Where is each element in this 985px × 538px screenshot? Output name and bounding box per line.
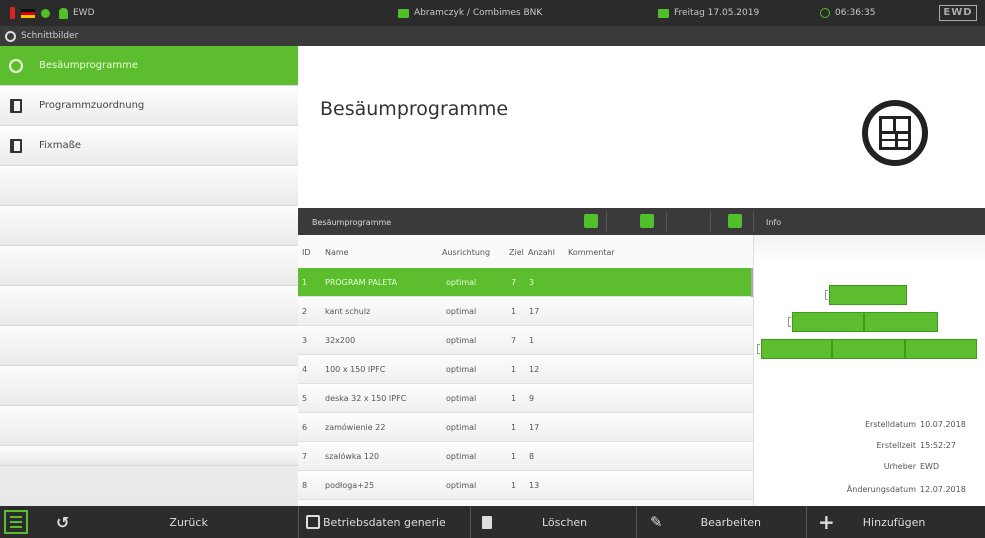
ewd-logo: EWD xyxy=(939,5,977,21)
import-icon[interactable] xyxy=(584,214,598,228)
betriebsdaten-label: Betriebsdaten generie xyxy=(323,515,446,529)
page-title: Besäumprogramme xyxy=(320,98,509,120)
cutting-pattern-icon xyxy=(862,100,928,166)
user-icon xyxy=(59,7,68,19)
date-indicator: Freitag 17.05.2019 xyxy=(658,0,759,26)
book-icon xyxy=(8,138,24,154)
programs-table: ID Name Ausrichtung Ziel Anzahl Kommenta… xyxy=(298,235,753,506)
sidebar-empty-slot xyxy=(0,446,298,466)
saw-blade-icon xyxy=(5,30,16,42)
table-row[interactable]: 3 32x200 optimal 7 1 xyxy=(298,326,753,355)
betriebsdaten-button[interactable]: Betriebsdaten generie xyxy=(306,506,466,538)
sidebar-empty-slot xyxy=(0,406,298,446)
bottom-toolbar: ↺ Zurück Betriebsdaten generie Löschen ✎… xyxy=(0,506,985,538)
back-button-label: Zurück xyxy=(169,515,208,529)
connection-label: Abramczyk / Combimes BNK xyxy=(414,8,543,18)
top-status-bar: EWD Abramczyk / Combimes BNK Freitag 17.… xyxy=(0,0,985,26)
back-button[interactable]: ↺ Zurück xyxy=(38,506,298,538)
column-header-kommentar[interactable]: Kommentar xyxy=(568,248,615,257)
export-icon[interactable] xyxy=(640,214,654,228)
column-header-anzahl[interactable]: Anzahl xyxy=(528,248,555,257)
clock-icon xyxy=(820,8,830,18)
table-row[interactable]: 2 kant schulz optimal 1 17 xyxy=(298,297,753,326)
table-row[interactable]: 1 PROGRAM PALETA optimal 7 3 xyxy=(298,268,753,297)
sidebar-empty-slot xyxy=(0,206,298,246)
german-flag-icon[interactable] xyxy=(21,8,35,18)
sidebar-item-label: Programmzuordnung xyxy=(39,100,145,111)
plus-icon: + xyxy=(818,510,835,534)
delete-button-label: Löschen xyxy=(542,515,588,529)
table-row[interactable]: 8 podłoga+25 optimal 1 13 xyxy=(298,471,753,500)
user-name: EWD xyxy=(73,8,95,18)
delete-button[interactable]: Löschen xyxy=(472,506,632,538)
edit-button[interactable]: ✎ Bearbeiten xyxy=(640,506,805,538)
recycle-icon[interactable] xyxy=(41,8,50,18)
column-header-ausrichtung[interactable]: Ausrichtung xyxy=(442,248,490,257)
table-toolbar: Besäumprogramme Info xyxy=(298,208,985,235)
add-button-label: Hinzufügen xyxy=(862,515,926,529)
column-header-name[interactable]: Name xyxy=(325,248,349,257)
book-icon xyxy=(8,98,24,114)
sidebar: Besäumprogramme Programmzuordnung Fixmaß… xyxy=(0,46,298,506)
sidebar-empty-slot xyxy=(0,246,298,286)
info-panel: Erstelldatum 10.07.2018 Erstellzeit 15:5… xyxy=(753,235,985,506)
sidebar-empty-slot xyxy=(0,286,298,326)
column-header-ziel[interactable]: Ziel xyxy=(509,248,524,257)
info-title: Info xyxy=(766,218,782,227)
back-arrow-icon: ↺ xyxy=(56,512,70,532)
trash-icon xyxy=(482,515,492,529)
table-title: Besäumprogramme xyxy=(312,218,392,227)
globe-icon xyxy=(8,58,24,74)
alarm-indicator-icon[interactable] xyxy=(10,7,15,19)
add-button[interactable]: + Hinzufügen xyxy=(810,506,980,538)
table-row[interactable]: 5 deska 32 x 150 IPFC optimal 1 9 xyxy=(298,384,753,413)
column-header-id[interactable]: ID xyxy=(302,248,311,257)
calendar-icon xyxy=(658,8,669,18)
sidebar-item-fixmasse[interactable]: Fixmaße xyxy=(0,126,298,166)
table-row[interactable]: 7 szalówka 120 optimal 1 8 xyxy=(298,442,753,471)
sidebar-empty-slot xyxy=(0,326,298,366)
sidebar-item-besaeumprogramme[interactable]: Besäumprogramme xyxy=(0,46,298,86)
sidebar-item-programmzuordnung[interactable]: Programmzuordnung xyxy=(0,86,298,126)
pencil-icon: ✎ xyxy=(650,513,663,531)
breadcrumb-title: Schnittbilder xyxy=(21,31,79,41)
sidebar-empty-slot xyxy=(0,166,298,206)
truck-icon xyxy=(398,8,409,18)
list-view-icon[interactable] xyxy=(728,214,742,228)
breadcrumb: Schnittbilder xyxy=(0,26,985,46)
connection-indicator: Abramczyk / Combimes BNK xyxy=(398,0,542,26)
sidebar-empty-slot xyxy=(0,366,298,406)
sidebar-item-label: Fixmaße xyxy=(39,140,82,151)
page-header: Besäumprogramme xyxy=(298,46,985,208)
table-row[interactable]: 6 zamówienie 22 optimal 1 17 xyxy=(298,413,753,442)
table-row[interactable]: 4 100 x 150 IPFC optimal 1 12 xyxy=(298,355,753,384)
menu-button[interactable] xyxy=(4,510,28,534)
settings-icon xyxy=(306,515,320,529)
time-indicator: 06:36:35 xyxy=(820,0,875,26)
edit-button-label: Bearbeiten xyxy=(700,515,762,529)
time-label: 06:36:35 xyxy=(835,8,876,18)
sidebar-item-label: Besäumprogramme xyxy=(39,60,139,71)
date-label: Freitag 17.05.2019 xyxy=(674,8,760,18)
